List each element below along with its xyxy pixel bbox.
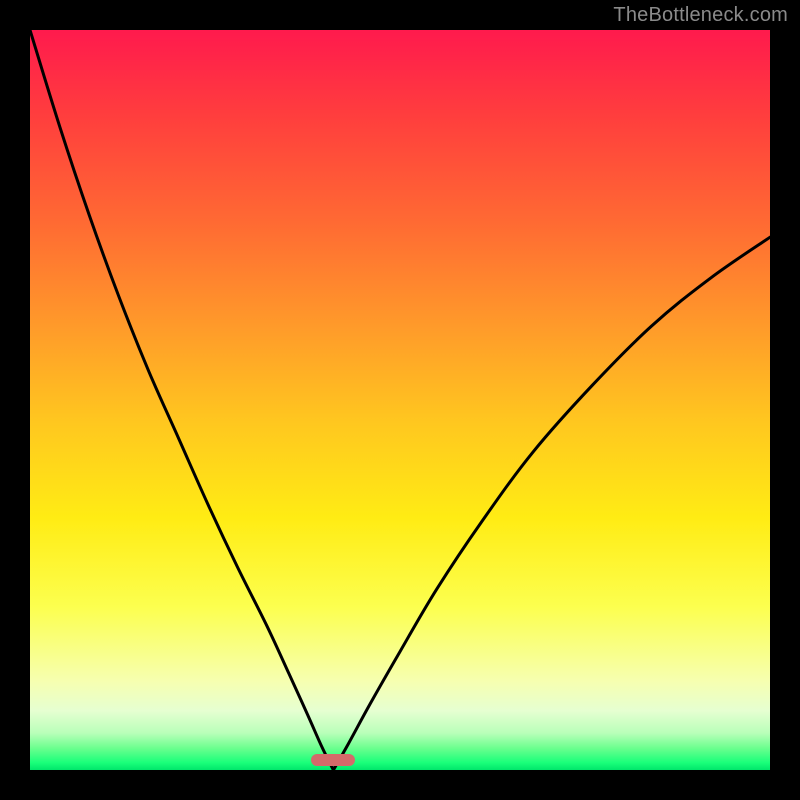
minimum-marker <box>311 754 355 766</box>
plot-area <box>30 30 770 770</box>
curve-left-branch <box>30 30 333 770</box>
chart-frame: TheBottleneck.com <box>0 0 800 800</box>
curve-right-branch <box>333 237 770 770</box>
watermark-text: TheBottleneck.com <box>613 4 788 27</box>
bottleneck-curve <box>30 30 770 770</box>
